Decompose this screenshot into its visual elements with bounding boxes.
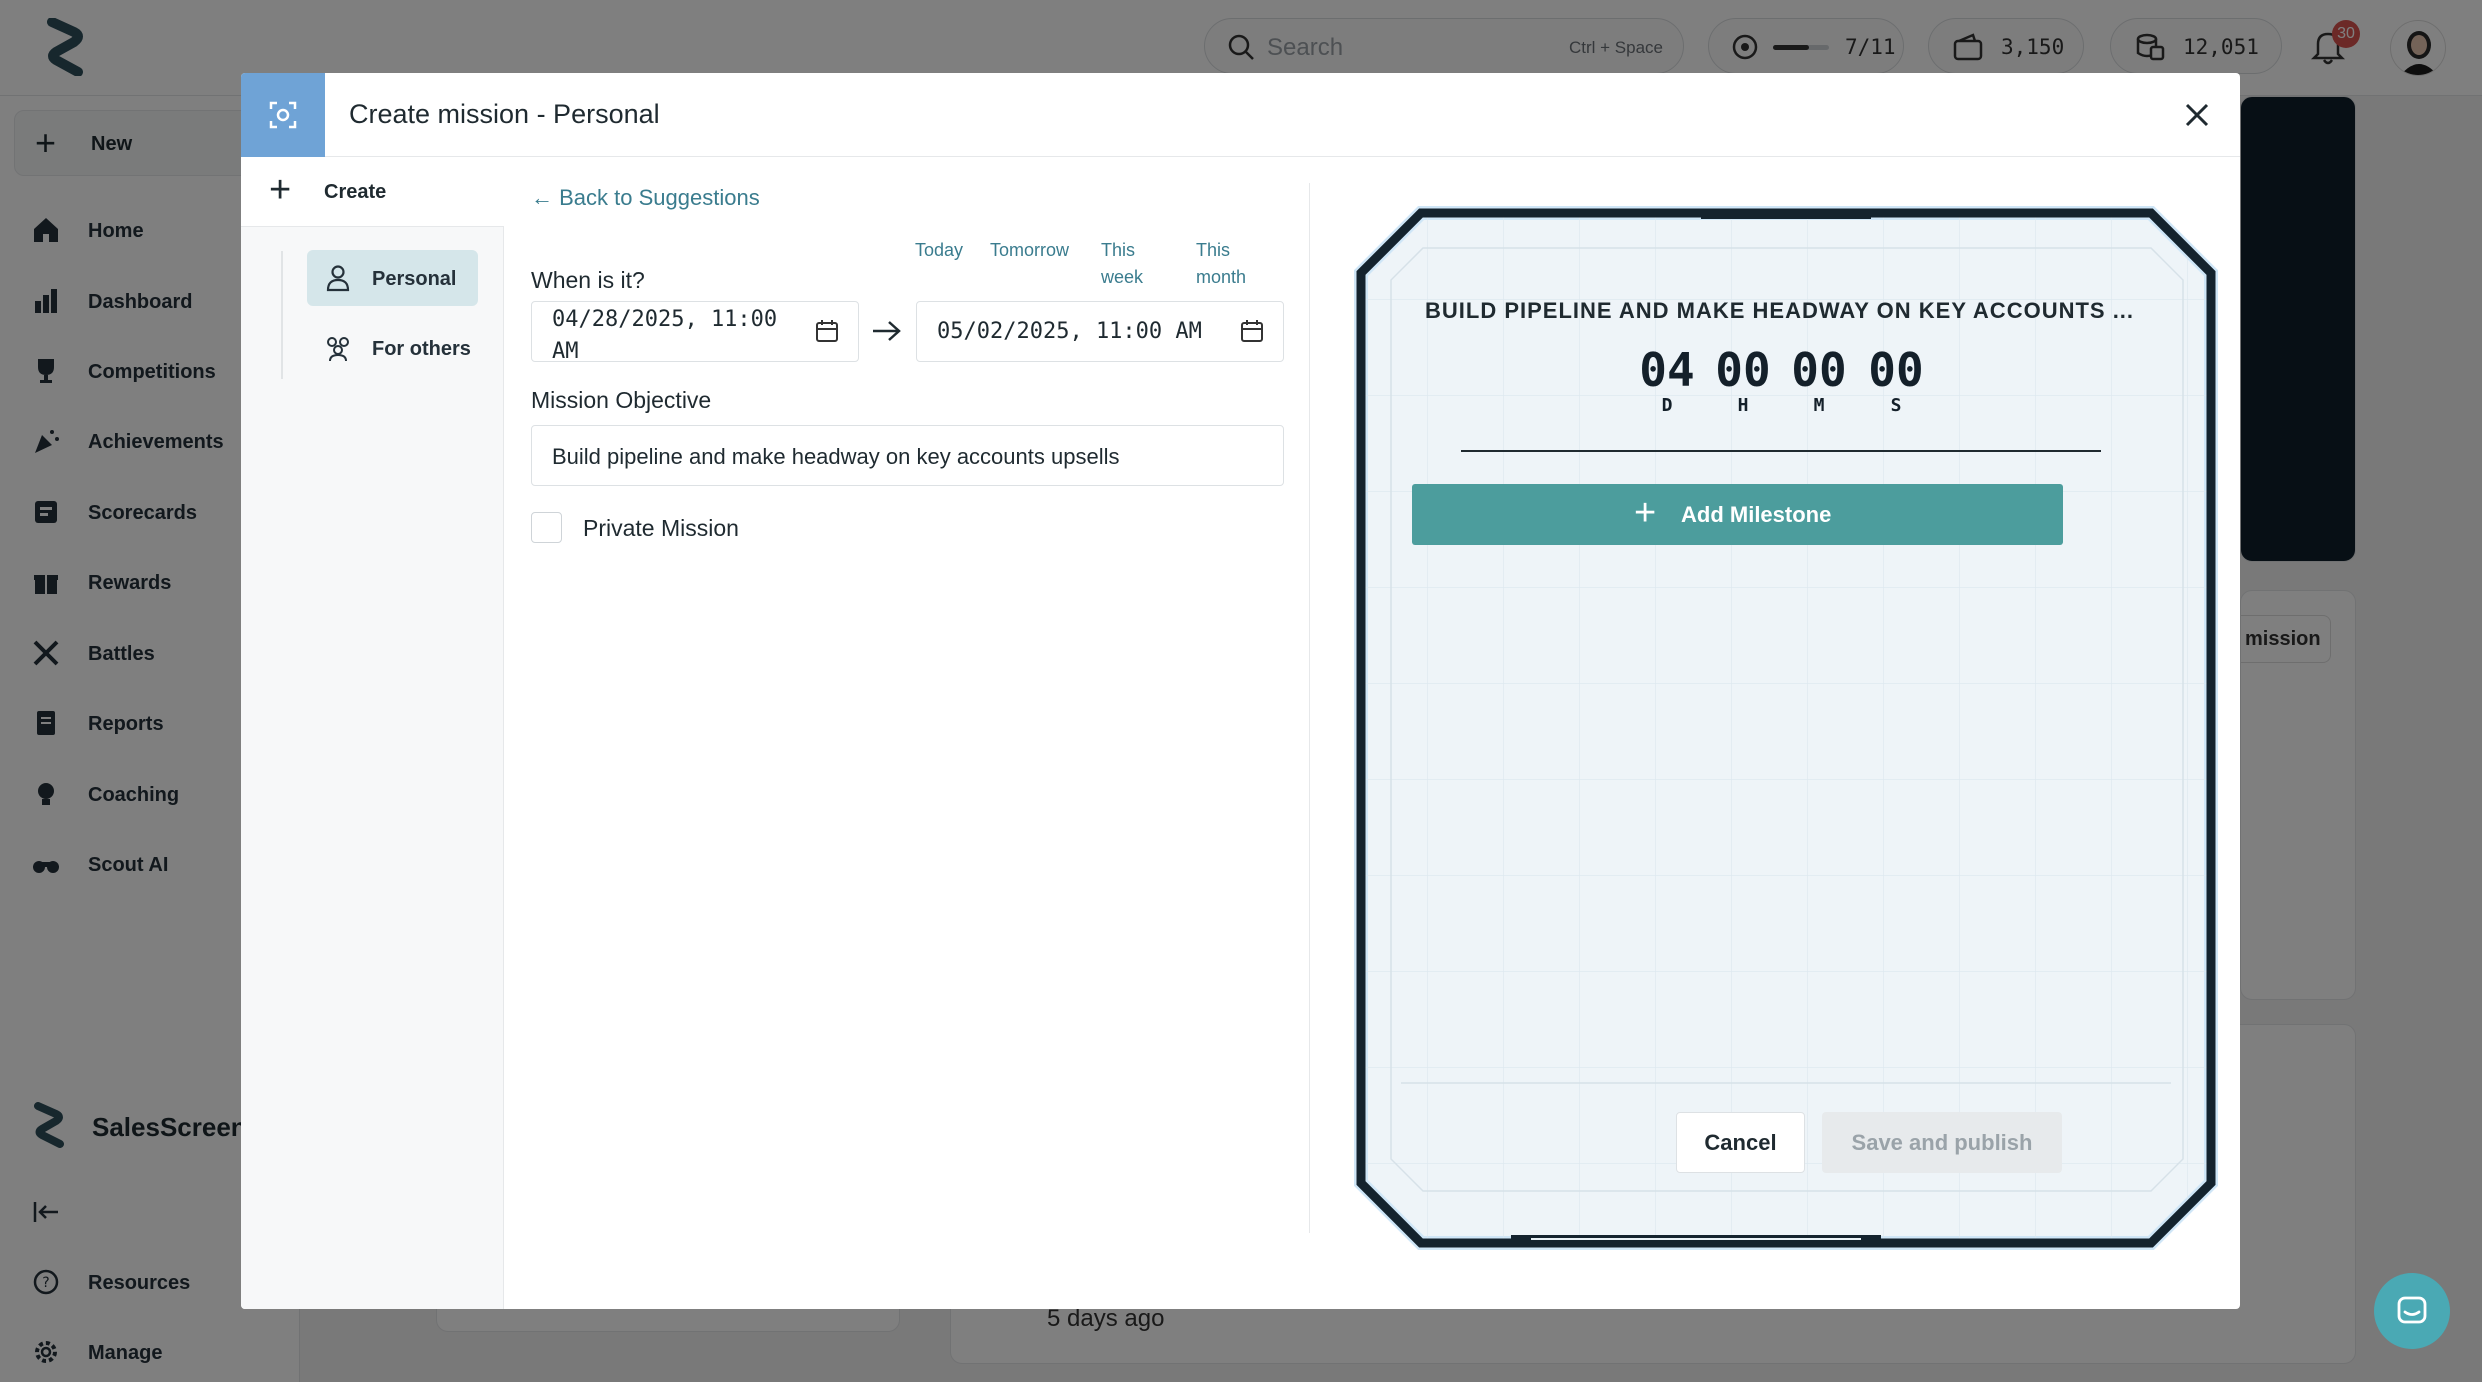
- panel-divider: [1309, 183, 1310, 1233]
- option-personal[interactable]: Personal: [307, 250, 478, 306]
- quick-date-label: This: [1101, 240, 1136, 260]
- countdown-unit: M: [1813, 395, 1825, 416]
- start-datetime-line: AM: [552, 339, 579, 364]
- option-for-others[interactable]: For others: [307, 320, 478, 376]
- when-label: When is it?: [531, 267, 645, 293]
- modal-title: Create mission - Personal: [349, 99, 660, 129]
- quick-date-today[interactable]: Today: [915, 237, 963, 264]
- countdown-days: 04 D: [1635, 345, 1699, 416]
- back-label: Back to Suggestions: [559, 185, 760, 210]
- quick-date-label: month: [1196, 267, 1247, 287]
- focus-target-icon: [269, 101, 297, 129]
- countdown-value: 00: [1791, 343, 1847, 397]
- end-datetime-value: 05/02/2025, 11:00 AM: [937, 319, 1202, 344]
- mission-preview-frame: [1354, 206, 2218, 1250]
- back-to-suggestions-link[interactable]: ← Back to Suggestions: [531, 185, 760, 211]
- calendar-icon[interactable]: [1239, 318, 1265, 344]
- modal-header-icon-box: [241, 73, 325, 157]
- close-icon[interactable]: [2177, 95, 2217, 135]
- modal-left-panel: + Create Personal For others: [241, 157, 504, 1309]
- quick-date-label: week: [1101, 267, 1144, 287]
- start-datetime-input[interactable]: 04/28/2025, 11:00 AM: [531, 301, 859, 364]
- arrow-right-icon: [873, 321, 901, 341]
- objective-label: Mission Objective: [531, 387, 712, 413]
- countdown-seconds: 00 S: [1864, 345, 1928, 416]
- end-datetime-input[interactable]: 05/02/2025, 11:00 AM: [916, 301, 1284, 362]
- tree-line: [281, 251, 283, 379]
- countdown-minutes: 00 M: [1787, 345, 1851, 416]
- cancel-button[interactable]: Cancel: [1676, 1112, 1805, 1173]
- group-icon: [327, 337, 349, 362]
- countdown-hours: 00 H: [1711, 345, 1775, 416]
- create-section-header[interactable]: + Create: [241, 157, 504, 227]
- calendar-icon[interactable]: [814, 318, 840, 344]
- create-mission-modal: Create mission - Personal + Create Perso…: [241, 73, 2240, 1309]
- modal-header: Create mission - Personal: [241, 73, 2240, 157]
- quick-date-tomorrow[interactable]: Tomorrow: [990, 237, 1069, 264]
- countdown-unit: S: [1890, 395, 1902, 416]
- quick-date-this-week[interactable]: This week: [1101, 237, 1143, 291]
- start-datetime-line: 04/28/2025, 11:00: [552, 307, 778, 332]
- countdown-divider: [1461, 450, 2101, 452]
- start-datetime-value: 04/28/2025, 11:00 AM: [552, 304, 777, 368]
- add-milestone-button[interactable]: + Add Milestone: [1412, 484, 2063, 545]
- add-milestone-label: Add Milestone: [1681, 502, 1832, 527]
- countdown-value: 00: [1868, 343, 1924, 397]
- quick-date-label: This: [1196, 240, 1231, 260]
- person-icon: [326, 265, 350, 292]
- chat-icon: [2397, 1296, 2427, 1324]
- preview-mission-title: BUILD PIPELINE AND MAKE HEADWAY ON KEY A…: [1425, 298, 2135, 323]
- option-label: For others: [372, 338, 471, 360]
- chat-launcher-button[interactable]: [2374, 1273, 2450, 1349]
- countdown-unit: D: [1661, 395, 1673, 416]
- private-mission-checkbox[interactable]: [531, 512, 562, 543]
- objective-value: Build pipeline and make headway on key a…: [552, 444, 1120, 469]
- plus-icon: +: [269, 169, 292, 211]
- option-label: Personal: [372, 268, 457, 290]
- arrow-left-icon: ←: [531, 185, 560, 210]
- save-and-publish-button[interactable]: Save and publish: [1822, 1112, 2062, 1173]
- countdown-unit: H: [1737, 395, 1749, 416]
- countdown-value: 00: [1715, 343, 1771, 397]
- private-mission-label[interactable]: Private Mission: [583, 515, 739, 542]
- objective-input[interactable]: Build pipeline and make headway on key a…: [531, 425, 1284, 486]
- create-label: Create: [324, 181, 387, 203]
- countdown-value: 04: [1639, 343, 1695, 397]
- quick-date-this-month[interactable]: This month: [1196, 237, 1246, 291]
- plus-icon: +: [1634, 492, 1657, 534]
